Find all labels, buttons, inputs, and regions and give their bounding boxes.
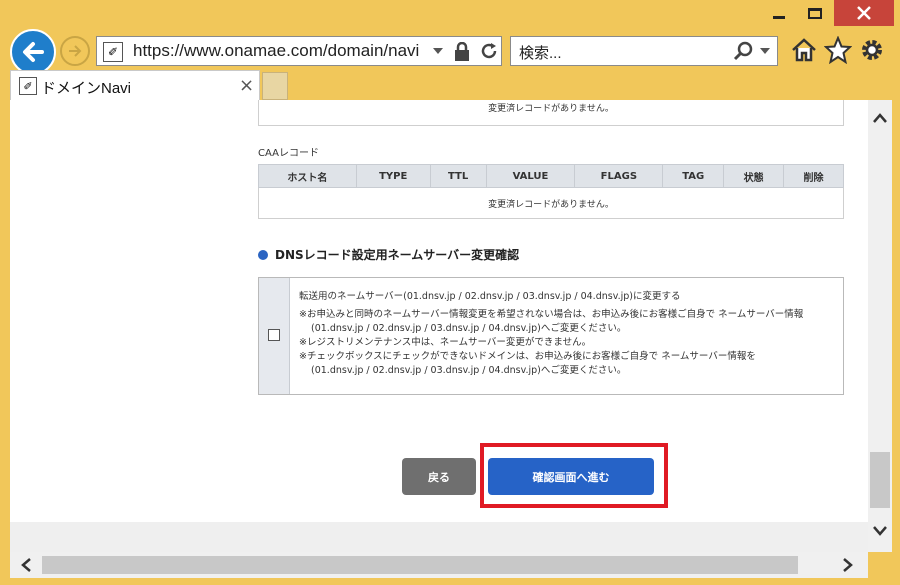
tab-domain-navi[interactable]: ✐ ドメインNavi × (10, 70, 260, 100)
empty-records-message: 変更済レコードがありません。 (258, 187, 844, 219)
column-header: FLAGS (574, 164, 664, 188)
minimize-button[interactable] (762, 0, 796, 26)
reload-icon[interactable] (479, 41, 499, 61)
chevron-down-icon[interactable] (759, 47, 771, 55)
bullet-icon (258, 249, 268, 260)
proceed-to-confirm-button[interactable]: 確認画面へ進む (488, 458, 654, 495)
browser-window: ✐ https://www.onamae.com/domain/navi 検索.… (0, 0, 900, 585)
page-footer-band (10, 522, 868, 552)
caa-record-label: CAAレコード (258, 148, 319, 159)
home-icon[interactable] (790, 36, 818, 64)
column-header: ホスト名 (258, 164, 357, 188)
chevron-left-icon[interactable] (20, 557, 32, 573)
page-viewport: 変更済レコードがありません。 CAAレコード ホスト名 TYPE TTL VAL… (10, 100, 868, 552)
note-line: ※お申込みと同時のネームサーバー情報変更を希望されない場合は、お申込み後にお客様… (299, 309, 804, 320)
search-box[interactable]: 検索... (510, 36, 778, 66)
horizontal-scrollbar[interactable] (10, 552, 868, 578)
address-url[interactable]: https://www.onamae.com/domain/navi (133, 41, 419, 61)
chevron-down-icon[interactable] (872, 525, 888, 537)
star-icon[interactable] (824, 36, 852, 64)
note-line: (01.dnsv.jp / 02.dnsv.jp / 03.dnsv.jp / … (311, 365, 627, 376)
maximize-icon (808, 7, 822, 19)
tab-close-icon[interactable]: × (239, 75, 254, 96)
section-title-text: DNSレコード設定用ネームサーバー変更確認 (275, 248, 520, 262)
minimize-icon (773, 15, 785, 19)
empty-records-message: 変更済レコードがありません。 (258, 100, 844, 126)
nameserver-change-option: 転送用のネームサーバー(01.dnsv.jp / 02.dnsv.jp / 03… (258, 277, 844, 395)
column-header: 状態 (723, 164, 785, 188)
note-line: (01.dnsv.jp / 02.dnsv.jp / 03.dnsv.jp / … (311, 323, 627, 334)
search-icon[interactable] (733, 41, 753, 61)
site-favicon-icon: ✐ (19, 77, 37, 95)
address-bar[interactable]: ✐ https://www.onamae.com/domain/navi (96, 36, 502, 66)
lock-icon[interactable] (454, 42, 470, 62)
note-line: ※レジストリメンテナンス中は、ネームサーバー変更ができません。 (299, 337, 592, 348)
close-window-button[interactable] (834, 0, 894, 26)
nameserver-change-checkbox[interactable] (268, 329, 280, 341)
new-tab-button[interactable] (262, 72, 288, 100)
chevron-up-icon[interactable] (872, 112, 888, 124)
back-page-button[interactable]: 戻る (402, 458, 476, 495)
column-header: TYPE (355, 164, 431, 188)
horizontal-scroll-thumb[interactable] (42, 556, 798, 574)
search-input[interactable]: 検索... (519, 42, 562, 63)
arrow-left-icon (23, 42, 44, 62)
site-favicon-icon: ✐ (103, 42, 123, 62)
column-header: TTL (429, 164, 487, 188)
section-title: DNSレコード設定用ネームサーバー変更確認 (258, 246, 519, 263)
checkbox-cell (259, 278, 290, 394)
column-header: TAG (662, 164, 725, 188)
forward-button[interactable] (60, 36, 90, 66)
back-button[interactable] (10, 29, 56, 75)
table-row: 変更済レコードがありません。 (258, 187, 844, 219)
table-header-row: ホスト名 TYPE TTL VALUE FLAGS TAG 状態 削除 (258, 164, 844, 188)
arrow-right-icon (69, 45, 82, 57)
option-label: 転送用のネームサーバー(01.dnsv.jp / 02.dnsv.jp / 03… (299, 291, 681, 302)
close-icon (857, 6, 871, 20)
caa-record-table: ホスト名 TYPE TTL VALUE FLAGS TAG 状態 削除 変更済レ… (258, 164, 844, 219)
gear-icon[interactable] (858, 36, 886, 64)
nameserver-option-text: 転送用のネームサーバー(01.dnsv.jp / 02.dnsv.jp / 03… (299, 290, 839, 378)
vertical-scroll-thumb[interactable] (870, 452, 890, 508)
column-header: 削除 (783, 164, 844, 188)
chevron-down-icon[interactable] (432, 47, 444, 55)
note-line: ※チェックボックスにチェックができないドメインは、お申込み後にお客様ご自身で ネ… (299, 351, 756, 362)
maximize-button[interactable] (796, 0, 834, 26)
column-header: VALUE (485, 164, 576, 188)
tab-title: ドメインNavi (41, 80, 132, 97)
vertical-scrollbar[interactable] (868, 100, 892, 552)
chevron-right-icon[interactable] (842, 557, 854, 573)
